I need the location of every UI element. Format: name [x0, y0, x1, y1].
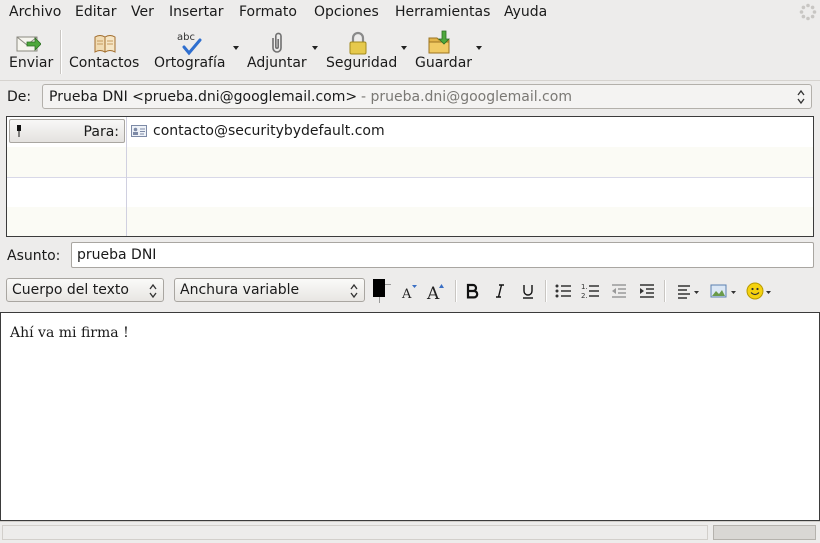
toolbar-separator — [60, 30, 61, 74]
smiley-icon — [746, 282, 771, 300]
format-separator — [664, 280, 665, 302]
send-button[interactable]: Enviar — [2, 24, 56, 80]
menu-bar: Archivo Editar Ver Insertar Formato Opci… — [0, 0, 820, 24]
underline-icon — [523, 285, 533, 299]
bold-button[interactable] — [461, 280, 483, 302]
align-left-icon — [678, 285, 699, 299]
from-account: - prueba.dni@googlemail.com — [361, 89, 572, 105]
empty-recipient-row[interactable] — [7, 207, 813, 236]
menu-insertar[interactable]: Insertar — [169, 4, 224, 20]
menu-editar[interactable]: Editar — [75, 4, 116, 20]
recipient-type-label: Para: — [83, 124, 119, 140]
from-identity: Prueba DNI <prueba.dni@googlemail.com> — [49, 89, 358, 105]
address-book-icon — [94, 35, 116, 53]
status-text-panel — [2, 525, 708, 540]
outdent-button[interactable] — [608, 280, 630, 302]
activity-spinner-icon — [799, 3, 817, 21]
spellcheck-icon: abc — [177, 32, 202, 56]
format-separator — [545, 280, 546, 302]
save-label: Guardar — [415, 55, 473, 71]
empty-recipient-row[interactable] — [7, 147, 813, 178]
compose-toolbar: Enviar Contactos abc Ortografía Adjuntar… — [0, 24, 820, 81]
contacts-button[interactable]: Contactos — [66, 24, 146, 80]
message-body-editor[interactable]: Ahí va mi firma ! — [0, 312, 820, 521]
recipients-list: Para: contacto@securitybydefault.com — [6, 116, 814, 237]
italic-icon — [496, 284, 504, 298]
security-button[interactable]: Seguridad — [324, 24, 408, 80]
recipient-row[interactable]: Para: contacto@securitybydefault.com — [7, 117, 813, 148]
contacts-label: Contactos — [69, 55, 140, 71]
text-color-icon[interactable] — [372, 278, 392, 304]
recipient-type-selector[interactable]: Para: — [9, 119, 125, 143]
font-larger-icon: A — [426, 284, 444, 304]
menu-opciones[interactable]: Opciones — [314, 4, 379, 20]
indent-icon — [640, 284, 654, 298]
paragraph-style-select[interactable]: Cuerpo del texto — [6, 278, 164, 302]
from-selector[interactable]: Prueba DNI <prueba.dni@googlemail.com> -… — [42, 84, 812, 109]
security-dropdown-arrow-icon[interactable] — [401, 46, 407, 50]
from-label: De: — [7, 89, 32, 105]
svg-text:2.: 2. — [581, 292, 588, 300]
svg-text:A: A — [426, 284, 440, 302]
empty-recipient-row[interactable] — [7, 177, 813, 208]
spelling-label: Ortografía — [154, 55, 226, 71]
insert-image-button[interactable] — [708, 280, 738, 302]
contact-card-icon — [131, 125, 147, 137]
menu-formato[interactable]: Formato — [239, 4, 297, 20]
column-divider — [126, 117, 127, 236]
bold-icon — [466, 283, 479, 299]
menu-herramientas[interactable]: Herramientas — [395, 4, 490, 20]
outdent-icon — [612, 284, 626, 298]
attach-dropdown-arrow-icon[interactable] — [312, 46, 318, 50]
italic-button[interactable] — [489, 280, 511, 302]
bullet-list-icon — [555, 284, 571, 298]
spelling-dropdown-arrow-icon[interactable] — [233, 46, 239, 50]
recipient-address[interactable]: contacto@securitybydefault.com — [153, 123, 385, 139]
insert-smiley-button[interactable] — [744, 280, 774, 302]
spelling-button[interactable]: abc Ortografía — [152, 24, 240, 80]
status-bar — [0, 521, 820, 543]
lock-icon — [349, 31, 367, 55]
smaller-text-button[interactable]: A — [398, 280, 420, 302]
font-select[interactable]: Anchura variable — [174, 278, 365, 302]
format-separator — [455, 280, 456, 302]
progress-meter — [713, 525, 816, 540]
image-icon — [710, 284, 736, 298]
paragraph-style-value: Cuerpo del texto — [12, 282, 129, 298]
svg-text:1.: 1. — [581, 283, 588, 291]
security-label: Seguridad — [326, 55, 398, 71]
font-smaller-icon: A — [401, 285, 417, 302]
save-dropdown-arrow-icon[interactable] — [476, 46, 482, 50]
align-button[interactable] — [674, 280, 702, 302]
combo-arrows-icon — [797, 89, 805, 105]
send-icon — [16, 36, 41, 52]
numbered-list-icon: 1. 2. — [581, 283, 599, 300]
subject-value: prueba DNI — [77, 247, 157, 263]
attach-button[interactable]: Adjuntar — [245, 24, 319, 80]
font-value: Anchura variable — [180, 282, 300, 298]
pin-icon — [17, 125, 21, 137]
numbered-list-button[interactable]: 1. 2. — [580, 280, 602, 302]
save-folder-icon — [428, 30, 450, 54]
menu-ayuda[interactable]: Ayuda — [504, 4, 547, 20]
send-label: Enviar — [9, 55, 54, 71]
message-body-text: Ahí va mi firma ! — [10, 325, 129, 341]
indent-button[interactable] — [636, 280, 658, 302]
save-button[interactable]: Guardar — [413, 24, 485, 80]
subject-input[interactable]: prueba DNI — [71, 242, 814, 268]
attach-label: Adjuntar — [247, 55, 307, 71]
subject-label: Asunto: — [7, 248, 61, 264]
bullet-list-button[interactable] — [552, 280, 574, 302]
menu-ver[interactable]: Ver — [131, 4, 154, 20]
format-toolbar: Cuerpo del texto Anchura variable A A 1.… — [0, 274, 820, 306]
menu-archivo[interactable]: Archivo — [9, 4, 61, 20]
combo-arrows-icon — [149, 283, 157, 299]
svg-text:A: A — [401, 287, 412, 302]
spellcheck-icon-text: abc — [177, 32, 195, 43]
paperclip-icon — [272, 32, 282, 53]
larger-text-button[interactable]: A — [425, 280, 447, 304]
underline-button[interactable] — [517, 280, 539, 302]
combo-arrows-icon — [350, 283, 358, 299]
